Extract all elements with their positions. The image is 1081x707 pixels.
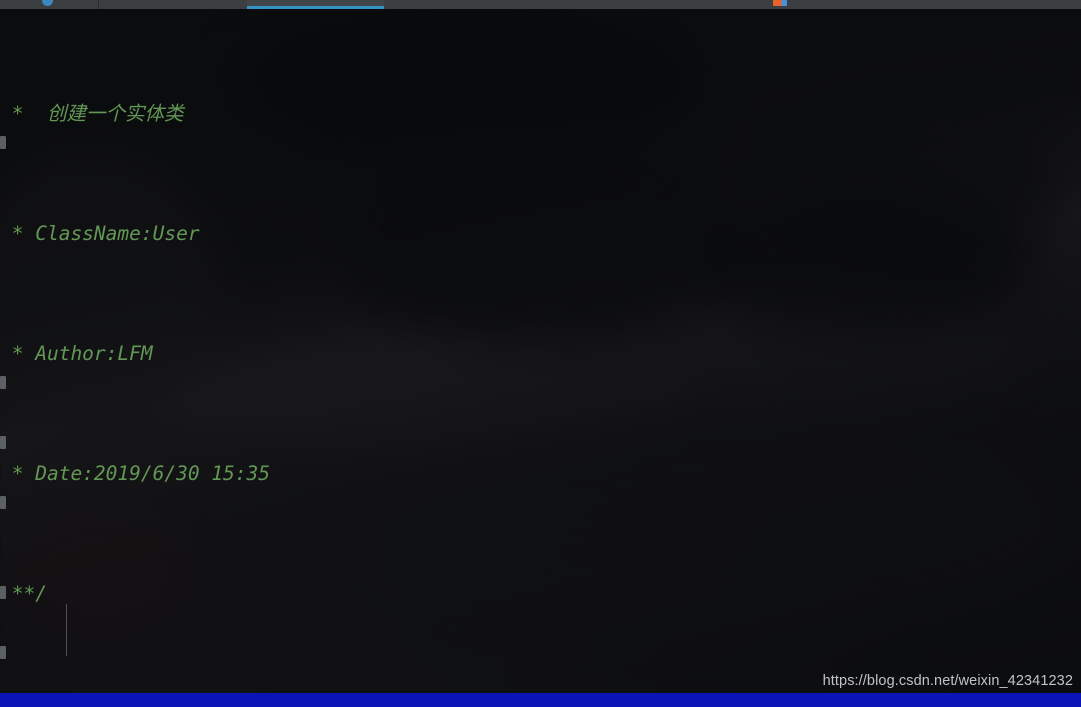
code-line: * 创建一个实体类 (0, 99, 1081, 129)
editor-tab-active-user-java[interactable]: ♻ (247, 0, 574, 9)
editor-window: ♻ ♻ * 创建一个实体类 * ClassName:User * Author:… (0, 0, 1081, 707)
editor-tab-inactive-2[interactable]: ♻ (99, 0, 290, 9)
status-bar (0, 693, 1081, 707)
javadoc-comment-text: * (0, 102, 47, 125)
java-class-icon (42, 0, 53, 6)
javadoc-author-line: * Author:LFM (0, 342, 153, 365)
javadoc-classname-line: * ClassName:User (0, 222, 200, 245)
code-line: * Author:LFM (0, 339, 1081, 369)
editor-tab-inactive-1[interactable] (0, 0, 98, 9)
xml-file-icon (773, 0, 787, 6)
editor-tab-inactive-3[interactable] (384, 0, 1081, 9)
javadoc-end: **/ (0, 582, 47, 605)
javadoc-date-line: * Date:2019/6/30 15:35 (0, 462, 271, 485)
code-line: * ClassName:User (0, 219, 1081, 249)
code-line: **/ (0, 579, 1081, 609)
csdn-watermark: https://blog.csdn.net/weixin_42341232 (822, 673, 1073, 689)
code-line: * Date:2019/6/30 15:35 (0, 459, 1081, 489)
code-content[interactable]: * 创建一个实体类 * ClassName:User * Author:LFM … (0, 9, 1081, 707)
javadoc-comment-cn: 创建一个实体类 (46, 102, 184, 125)
editor-tab-bar[interactable]: ♻ ♻ (0, 0, 1081, 9)
